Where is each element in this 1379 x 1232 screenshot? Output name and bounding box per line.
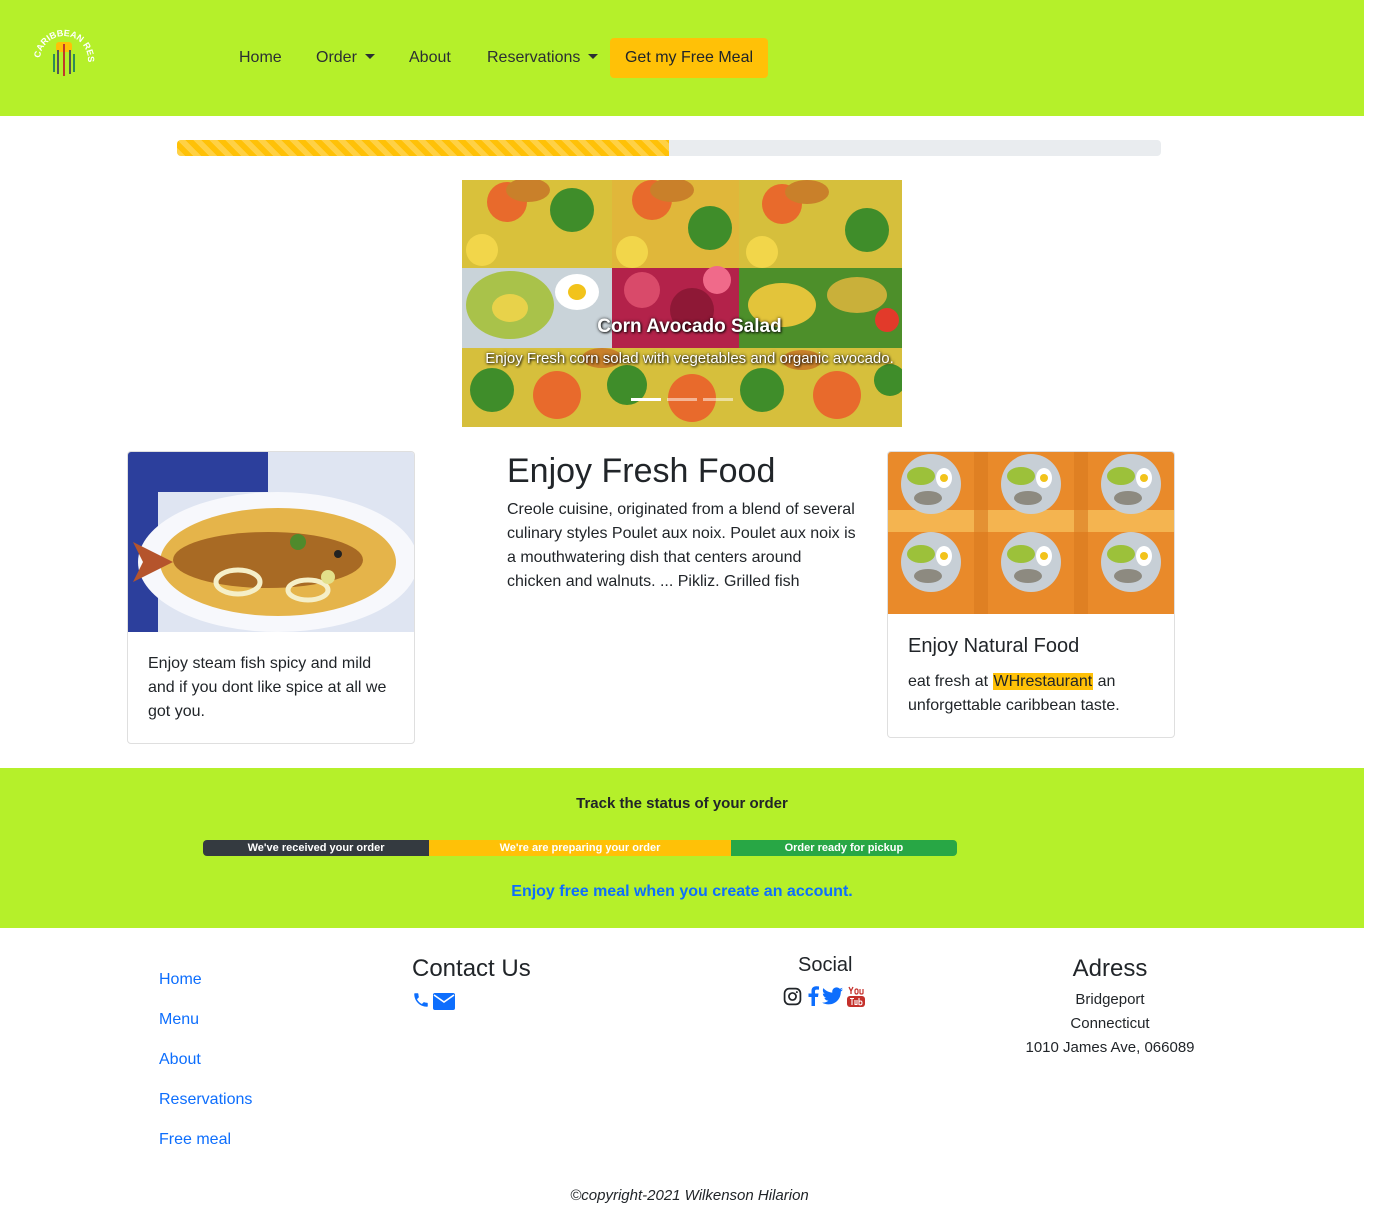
twitter-icon[interactable]: [822, 987, 843, 1005]
restaurant-logo[interactable]: CARIBBEAN RESTAURANT: [30, 20, 98, 88]
carousel-slide-image[interactable]: [462, 180, 902, 427]
nav-about[interactable]: About: [409, 48, 451, 68]
section-description: Creole cuisine, originated from a blend …: [507, 501, 856, 590]
section-title: Enjoy Fresh Food: [507, 452, 776, 490]
youtube-icon[interactable]: [847, 986, 865, 1007]
footer-link-free-meal[interactable]: Free meal: [159, 1131, 231, 1149]
fish-card: Enjoy steam fish spicy and mild and if y…: [127, 451, 415, 744]
progress-fill: [177, 140, 669, 156]
footer-link-home[interactable]: Home: [159, 971, 202, 989]
nav-order-label: Order: [316, 49, 357, 66]
instagram-icon[interactable]: [783, 987, 802, 1006]
footer-link-menu[interactable]: Menu: [159, 1011, 199, 1029]
natural-food-card: Enjoy Natural Food eat fresh at WHrestau…: [887, 451, 1175, 738]
nav-reservations-dropdown[interactable]: Reservations: [487, 48, 599, 68]
address-street: 1010 James Ave, 066089: [1025, 1039, 1195, 1056]
natural-food-card-title: Enjoy Natural Food: [908, 635, 1080, 657]
progress-bar: [177, 140, 1161, 156]
carousel-caption-text: Enjoy Fresh corn solad with vegetables a…: [485, 350, 894, 367]
envelope-icon[interactable]: [433, 993, 455, 1010]
nav-reservations-label: Reservations: [487, 49, 581, 66]
restaurant-name-highlight: WHrestaurant: [992, 673, 1094, 690]
natural-food-card-text: eat fresh at WHrestaurant an unforgettab…: [908, 670, 1158, 718]
footer-link-about[interactable]: About: [159, 1051, 201, 1069]
salad-collage-image: [462, 180, 902, 427]
order-status-step: We're are preparing your order: [429, 840, 731, 856]
contact-heading: Contact Us: [412, 955, 531, 982]
carousel-caption-title: Corn Avocado Salad: [597, 316, 782, 337]
get-free-meal-button[interactable]: Get my Free Meal: [610, 38, 768, 78]
carousel-indicator[interactable]: [631, 398, 661, 401]
social-heading: Social: [798, 954, 853, 976]
nav-order-dropdown[interactable]: Order: [316, 48, 375, 68]
address-heading: Adress: [1072, 955, 1148, 982]
natural-food-image: [888, 452, 1174, 614]
carousel-indicator[interactable]: [667, 398, 697, 401]
footer-link-reservations[interactable]: Reservations: [159, 1091, 252, 1109]
copyright-text: ©copyright-2021 Wilkenson Hilarion: [570, 1187, 809, 1204]
facebook-icon[interactable]: [807, 986, 819, 1006]
navbar: CARIBBEAN RESTAURANT Home Order About Re…: [0, 0, 1364, 116]
address-state: Connecticut: [1070, 1015, 1150, 1032]
tracking-title: Track the status of your order: [576, 795, 788, 812]
order-status-bar: We've received your order We're are prepa…: [203, 840, 957, 856]
steamed-fish-image: [128, 452, 414, 632]
free-meal-promo-link[interactable]: Enjoy free meal when you create an accou…: [0, 883, 1364, 901]
chevron-down-icon: [588, 54, 599, 59]
fish-card-text: Enjoy steam fish spicy and mild and if y…: [148, 655, 387, 720]
card-text-before: eat fresh at: [908, 673, 993, 690]
address-city: Bridgeport: [1075, 991, 1145, 1008]
carousel-indicator[interactable]: [703, 398, 733, 401]
order-status-step: Order ready for pickup: [730, 840, 957, 856]
phone-icon[interactable]: [412, 991, 430, 1009]
nav-home[interactable]: Home: [239, 48, 282, 68]
order-status-step: We've received your order: [203, 840, 430, 856]
chevron-down-icon: [364, 54, 375, 59]
